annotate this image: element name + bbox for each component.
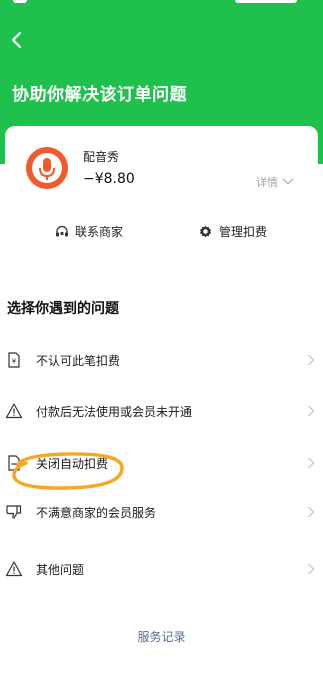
- issue-label: 不认可此笔扣费: [36, 353, 121, 368]
- status-bar-fragment: [235, 0, 297, 3]
- thumbs-down-icon: [6, 505, 22, 519]
- chevron-right-icon: [308, 354, 315, 366]
- manage-deduction-label: 管理扣费: [219, 225, 268, 239]
- manage-deduction-button[interactable]: 管理扣费: [198, 223, 267, 240]
- status-bar-fragment: [13, 0, 27, 3]
- chevron-right-icon: [308, 457, 315, 469]
- issue-item-other[interactable]: 其他问题: [0, 551, 323, 587]
- chevron-right-icon: [308, 506, 315, 518]
- contact-merchant-label: 联系商家: [75, 225, 124, 239]
- chevron-right-icon: [308, 405, 315, 417]
- issue-item-disagree-charge[interactable]: ¥ 不认可此笔扣费: [0, 342, 323, 378]
- warning-icon: [5, 561, 23, 577]
- merchant-logo: [26, 147, 68, 189]
- issue-item-unsatisfied-membership[interactable]: 不满意商家的会员服务: [0, 494, 323, 530]
- headset-icon: [56, 225, 68, 236]
- order-card: 配音秀 −¥8.80 详情 联系商家 管理扣费: [5, 126, 318, 276]
- annotation-circle: [12, 452, 124, 490]
- issue-label: 其他问题: [36, 562, 85, 577]
- chevron-right-icon: [308, 563, 315, 575]
- merchant-name: 配音秀: [83, 150, 120, 164]
- warning-icon: [5, 403, 23, 419]
- detail-link[interactable]: 详情: [256, 174, 294, 190]
- issue-label: 付款后无法使用或会员未开通: [36, 404, 193, 419]
- detail-label: 详情: [256, 176, 278, 189]
- issue-label: 不满意商家的会员服务: [36, 505, 157, 520]
- chevron-down-icon: [282, 178, 294, 185]
- issue-item-unusable-after-payment[interactable]: 付款后无法使用或会员未开通: [0, 393, 323, 429]
- yuan-doc-icon: ¥: [8, 352, 20, 368]
- service-record-link[interactable]: 服务记录: [0, 628, 323, 645]
- gear-icon: [199, 225, 212, 238]
- issues-section-title: 选择你遇到的问题: [7, 301, 119, 317]
- chevron-left-icon[interactable]: [8, 30, 28, 50]
- contact-merchant-button[interactable]: 联系商家: [55, 223, 123, 240]
- page-title: 协助你解决该订单问题: [12, 85, 187, 105]
- order-amount: −¥8.80: [83, 171, 135, 187]
- action-row: 联系商家 管理扣费: [5, 223, 318, 249]
- svg-text:¥: ¥: [12, 358, 17, 366]
